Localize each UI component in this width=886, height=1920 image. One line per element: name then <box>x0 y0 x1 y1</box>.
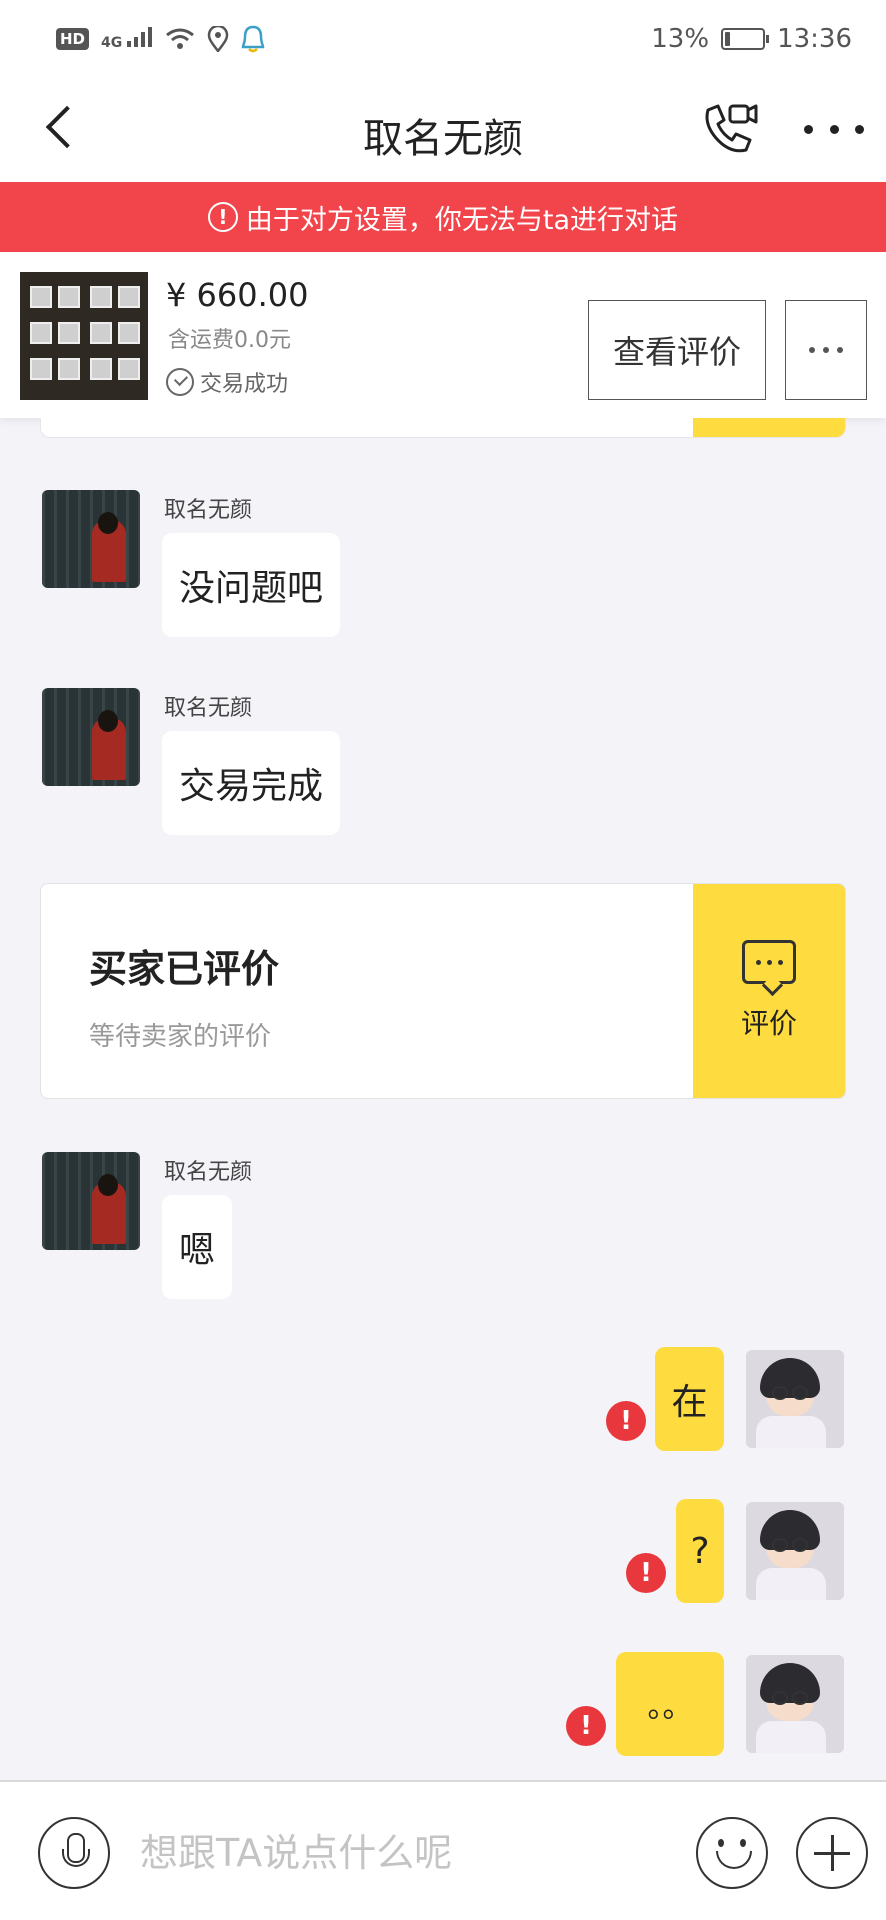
product-price: ¥ 660.00 <box>166 276 309 314</box>
my-message-bubble[interactable]: 。。 <box>616 1652 724 1756</box>
banner-text: 由于对方设置，你无法与ta进行对话 <box>245 204 679 236</box>
my-avatar[interactable] <box>746 1655 844 1753</box>
sender-name: 取名无颜 <box>164 696 253 721</box>
video-call-icon[interactable] <box>700 100 762 160</box>
battery-level <box>725 32 731 46</box>
warning-banner: ! 由于对方设置，你无法与ta进行对话 <box>0 182 886 252</box>
microphone-icon[interactable] <box>38 1817 110 1889</box>
trade-status-label: 交易成功 <box>200 372 289 397</box>
signal-icon: 4G <box>101 27 153 51</box>
my-avatar[interactable] <box>746 1350 844 1448</box>
avatar[interactable] <box>42 688 140 786</box>
product-shipping: 含运费0.0元 <box>168 328 291 353</box>
avatar[interactable] <box>42 1152 140 1250</box>
clock: 13:36 <box>777 24 852 54</box>
status-icons-right: 13% 13:36 <box>651 24 852 54</box>
sender-name: 取名无颜 <box>164 498 253 523</box>
product-card[interactable]: ¥ 660.00 含运费0.0元 交易成功 查看评价 <box>0 252 886 418</box>
my-avatar[interactable] <box>746 1502 844 1600</box>
emoji-icon[interactable] <box>696 1817 768 1889</box>
status-bar: HD 4G 13% 13:36 <box>0 0 886 78</box>
input-bar <box>0 1780 886 1920</box>
battery-icon <box>721 28 770 50</box>
alert-circle-icon: ! <box>207 202 238 232</box>
evaluate-button[interactable]: 评价 <box>693 884 845 1098</box>
evaluate-button-label: 评价 <box>740 1007 797 1040</box>
check-circle-icon <box>166 368 194 396</box>
product-more-icon[interactable] <box>785 300 867 400</box>
sender-name: 取名无颜 <box>164 1160 253 1185</box>
my-message-bubble[interactable]: ? <box>676 1499 724 1603</box>
plus-icon[interactable] <box>796 1817 868 1889</box>
battery-percent: 13% <box>651 24 710 54</box>
wifi-icon <box>166 28 195 49</box>
product-thumbnail[interactable] <box>20 272 148 400</box>
previous-card-edge <box>40 418 846 438</box>
message-bubble[interactable]: 交易完成 <box>162 731 341 835</box>
status-icons-left: HD 4G <box>56 25 265 53</box>
header: 取名无颜 <box>0 78 886 182</box>
message-bubble[interactable]: 没问题吧 <box>162 533 341 637</box>
message-input[interactable] <box>140 1820 660 1886</box>
trade-status: 交易成功 <box>166 366 288 398</box>
avatar[interactable] <box>42 490 140 588</box>
more-icon[interactable] <box>804 104 864 154</box>
view-review-button[interactable]: 查看评价 <box>588 300 766 400</box>
location-icon <box>207 26 229 52</box>
send-failed-icon[interactable]: ! <box>566 1706 606 1746</box>
my-message-bubble[interactable]: 在 <box>655 1347 724 1451</box>
send-failed-icon[interactable]: ! <box>626 1553 666 1593</box>
evaluation-title: 买家已评价 <box>89 947 280 991</box>
evaluation-subtitle: 等待卖家的评价 <box>89 1022 272 1052</box>
comment-icon <box>742 940 796 984</box>
notification-icon <box>241 25 265 53</box>
message-bubble[interactable]: 嗯 <box>162 1195 233 1299</box>
evaluation-card: 买家已评价 等待卖家的评价 评价 <box>40 883 846 1099</box>
hd-icon: HD <box>56 28 90 50</box>
send-failed-icon[interactable]: ! <box>606 1401 646 1441</box>
